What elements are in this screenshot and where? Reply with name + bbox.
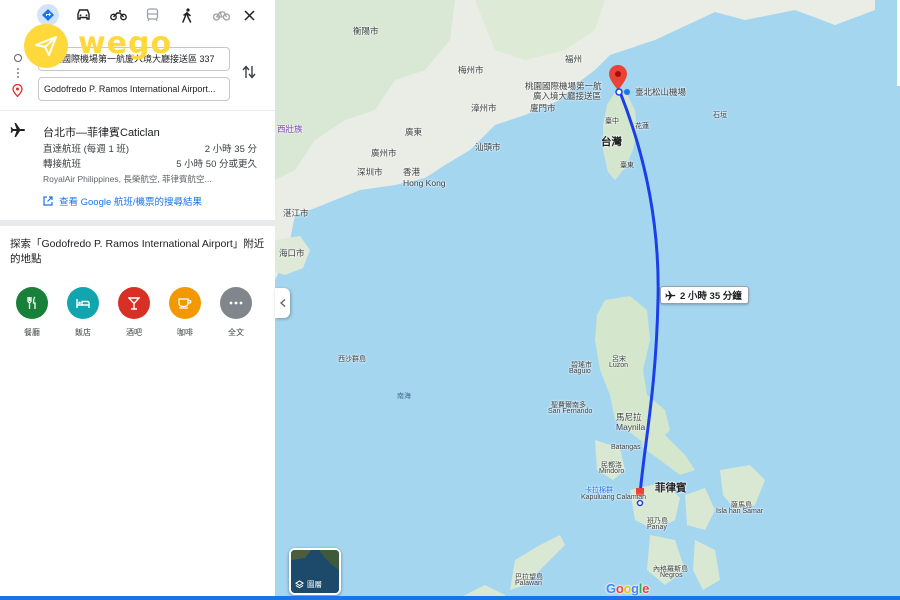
map-label: Negros [660, 572, 683, 579]
flight-connecting-time: 5 小時 50 分或更久 [176, 159, 257, 170]
category-more[interactable]: 全文 [216, 287, 256, 338]
nearby-categories: 餐廳 飯店 酒吧 咖啡 全文 [12, 287, 267, 343]
map-label: Maynila [616, 422, 646, 432]
flight-duration-text: 2 小時 35 分鐘 [680, 291, 742, 302]
map-label: Panay [647, 524, 667, 531]
destination-pin-icon [12, 83, 23, 102]
transit-icon[interactable] [141, 5, 163, 25]
hotel-icon [67, 287, 99, 319]
wego-logo: wego [24, 24, 194, 68]
flight-direct-time: 2 小時 35 分 [204, 144, 257, 155]
cafe-icon [169, 287, 201, 319]
map-label: San Fernando [548, 408, 593, 415]
airplane-icon [10, 122, 26, 143]
category-label: 酒吧 [126, 328, 142, 337]
category-label: 餐廳 [24, 328, 40, 337]
wego-logo-text: wego [78, 26, 173, 61]
bar-icon [118, 287, 150, 319]
explore-title: 探索「Godofredo P. Ramos International Airp… [10, 238, 265, 265]
flight-option[interactable]: 台北市—菲律賓Caticlan 直達航班 (每週 1 班) 2 小時 35 分 … [0, 116, 275, 216]
category-bar[interactable]: 酒吧 [114, 287, 154, 338]
map-label: Isla han Samar [716, 508, 764, 515]
category-label: 飯店 [75, 328, 91, 337]
more-icon [220, 287, 252, 319]
map-label: 臺東 [620, 162, 634, 169]
map-label: 菲律賓 [655, 482, 687, 494]
destination-input[interactable]: Godofredo P. Ramos International Airport… [38, 77, 230, 101]
map-label: Mindoro [599, 468, 625, 475]
chevron-left-icon [279, 299, 285, 307]
google-attribution: Google [606, 581, 650, 596]
map-label: 廣入境大廳接送區 [533, 91, 602, 101]
flight-direct-row: 直達航班 (每週 1 班) 2 小時 35 分 [43, 141, 257, 155]
directions-panel: 桃園國際機場第一航廈入境大廳接送區 337 Godofredo P. Ramos… [0, 0, 275, 600]
origin-dot-icon [14, 54, 22, 62]
map-label: Kapuluang Calamian [581, 494, 646, 501]
motorcycle-icon[interactable] [107, 5, 129, 25]
google-flights-link-label: 查看 Google 航班/機票的搜尋結果 [59, 197, 203, 208]
category-label: 全文 [228, 328, 244, 337]
map-label: Baguio [569, 368, 591, 375]
layers-label-text: 圖層 [307, 580, 322, 589]
map-label: Luzon [609, 362, 629, 369]
close-icon[interactable] [238, 5, 260, 25]
origin-pin-icon [609, 65, 627, 96]
map-label: 西壯族 [277, 124, 303, 134]
swap-icon[interactable] [242, 64, 256, 85]
divider [0, 110, 275, 111]
map-label: 西沙群島 [338, 356, 366, 363]
bottom-strip [0, 596, 900, 600]
walk-icon[interactable] [176, 5, 198, 25]
map-label: 花蓮 [635, 123, 649, 130]
map-label: 臺中 [605, 118, 619, 125]
map-label: 廈門市 [530, 103, 556, 113]
category-restaurant[interactable]: 餐廳 [12, 287, 52, 338]
map-label: 梅州市 [458, 65, 484, 75]
section-divider [0, 220, 275, 226]
map-label: 漳州市 [471, 103, 497, 113]
flight-direct-label: 直達航班 (每週 1 班) [43, 144, 130, 155]
category-label: 咖啡 [177, 328, 193, 337]
map-label: 南海 [397, 393, 411, 400]
map-label: 香港 [403, 167, 421, 177]
category-hotel[interactable]: 飯店 [63, 287, 103, 338]
layers-icon [295, 580, 304, 589]
map-label: 石垣 [713, 112, 727, 119]
flight-connecting-row: 轉接航班 5 小時 50 分或更久 [43, 156, 257, 170]
map-label: 衡陽市 [353, 26, 379, 36]
map-label: 海口市 [279, 248, 305, 258]
map-label: 臺北松山機場 [635, 87, 687, 97]
google-flights-link[interactable]: 查看 Google 航班/機票的搜尋結果 [43, 194, 202, 208]
map-label: Palawan [515, 580, 542, 587]
category-cafe[interactable]: 咖啡 [165, 287, 205, 338]
map-label: 汕頭市 [475, 142, 501, 152]
map-label: 廣州市 [371, 148, 397, 158]
collapse-panel-button[interactable] [275, 288, 290, 318]
airplane-icon [665, 290, 676, 300]
map-canvas[interactable]: 衡陽市 福州 桃園國際機場第一航 廣入境大廳接送區 臺北松山機場 漳州市 廈門市… [275, 0, 900, 600]
map-label: 福州 [565, 54, 583, 64]
map-label: 廣東 [405, 127, 423, 137]
car-icon[interactable] [72, 5, 94, 25]
flight-connecting-label: 轉接航班 [43, 159, 82, 170]
layers-button[interactable]: 圖層 [289, 548, 341, 595]
map-label: Batangas [611, 444, 641, 451]
route-dots-icon [17, 68, 19, 80]
map-label: 台灣 [601, 136, 622, 148]
map-label: 深圳市 [357, 167, 383, 177]
flight-airlines: RoyalAir Philippines, 長榮航空, 菲律賓航空... [43, 174, 212, 184]
map-label: Hong Kong [403, 178, 446, 188]
external-link-icon [43, 196, 53, 206]
map-label: 湛江市 [283, 208, 309, 218]
bicycle-icon[interactable] [210, 5, 232, 25]
paper-plane-icon [24, 24, 68, 68]
layers-label: 圖層 [295, 579, 322, 590]
flight-duration-label[interactable]: 2 小時 35 分鐘 [660, 286, 749, 304]
flight-title: 台北市—菲律賓Caticlan [43, 127, 160, 139]
songshan-airport-icon [624, 89, 630, 95]
best-route-icon[interactable] [37, 4, 59, 26]
restaurant-icon [16, 287, 48, 319]
